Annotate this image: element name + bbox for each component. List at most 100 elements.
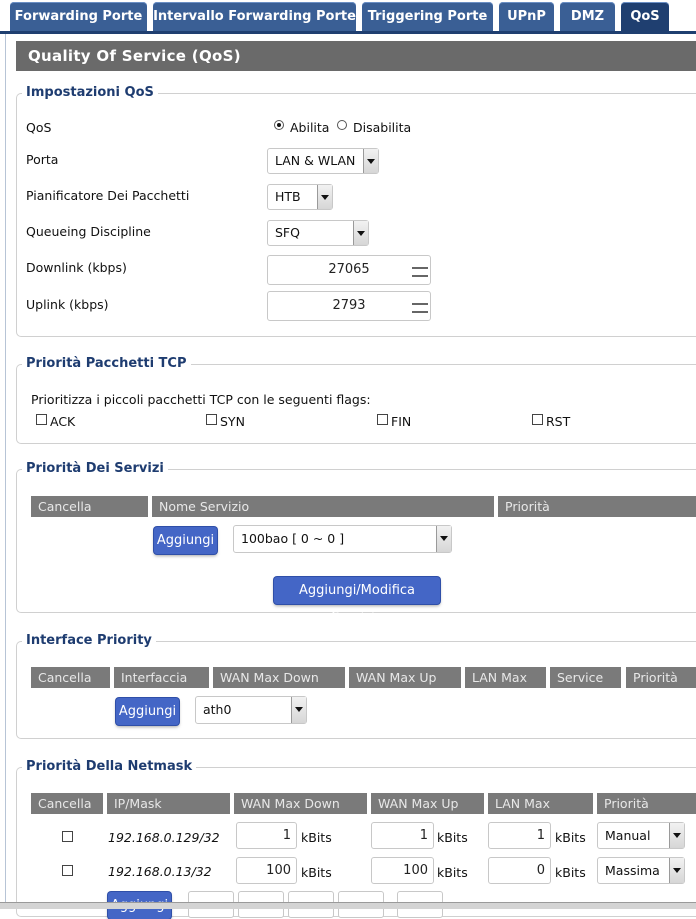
unit-label: kBits bbox=[301, 830, 332, 845]
col-cancella: Cancella bbox=[31, 496, 148, 517]
row-priority-value: Massima bbox=[605, 863, 660, 878]
chevron-down-icon bbox=[317, 185, 332, 209]
row-ip: 192.168.0.129/32 bbox=[108, 830, 220, 845]
uplink-label: Uplink (kbps) bbox=[26, 297, 109, 312]
add-interface-button[interactable]: Aggiungi bbox=[116, 698, 179, 725]
service-priority-legend: Priorità Dei Servizi bbox=[22, 461, 168, 476]
col-priorita: Priorità bbox=[626, 667, 696, 688]
qos-enable-radio[interactable] bbox=[274, 120, 284, 130]
chevron-down-icon bbox=[669, 858, 684, 883]
scheduler-label: Pianificatore Dei Pacchetti bbox=[26, 188, 190, 203]
chevron-down-icon bbox=[436, 526, 451, 552]
col-cancella: Cancella bbox=[31, 793, 103, 814]
tab-bar: Forwarding Porte Intervallo Forwarding P… bbox=[0, 0, 696, 34]
tab-triggering-porte[interactable]: Triggering Porte bbox=[362, 2, 493, 31]
chevron-down-icon bbox=[353, 221, 368, 245]
row-priority-value: Manual bbox=[605, 828, 651, 843]
downlink-label: Downlink (kbps) bbox=[26, 260, 127, 275]
uplink-input[interactable]: 2793 bbox=[267, 291, 431, 321]
col-wan-max-down: WAN Max Down bbox=[234, 793, 367, 814]
syn-label: SYN bbox=[220, 414, 245, 429]
fin-label: FIN bbox=[391, 414, 412, 429]
row-delete-checkbox[interactable] bbox=[62, 865, 73, 876]
tcp-priority-legend: Priorità Pacchetti TCP bbox=[22, 356, 191, 371]
tab-qos[interactable]: QoS bbox=[621, 2, 669, 31]
qos-disable-radio[interactable] bbox=[337, 120, 347, 130]
unit-label: kBits bbox=[555, 865, 586, 880]
edit-service-button[interactable]: Aggiungi/Modifica Servizio bbox=[274, 577, 440, 625]
col-wan-max-down: WAN Max Down bbox=[213, 667, 345, 688]
tab-label: UPnP bbox=[507, 9, 546, 24]
tab-label: Triggering Porte bbox=[367, 9, 488, 24]
syn-checkbox[interactable] bbox=[206, 414, 217, 425]
chevron-down-icon bbox=[669, 823, 684, 848]
page-title: Quality Of Service (QoS) bbox=[16, 41, 696, 71]
service-select-value: 100bao [ 0 ~ 0 ] bbox=[241, 531, 345, 546]
interface-priority-legend: Interface Priority bbox=[22, 633, 156, 648]
qdisc-label: Queueing Discipline bbox=[26, 224, 151, 239]
qos-enable-label: Abilita bbox=[290, 120, 330, 135]
interface-select[interactable]: ath0 bbox=[195, 696, 307, 724]
row-priority-select[interactable]: Massima bbox=[597, 857, 685, 884]
downlink-value: 27065 bbox=[328, 262, 370, 277]
col-lan-max: LAN Max bbox=[488, 793, 593, 814]
row-delete-checkbox[interactable] bbox=[62, 831, 73, 842]
tcp-description: Prioritizza i piccoli pacchetti TCP con … bbox=[31, 392, 371, 407]
row-wan-down-input[interactable]: 1 bbox=[236, 822, 297, 849]
scheduler-select-value: HTB bbox=[275, 189, 301, 204]
unit-label: kBits bbox=[301, 865, 332, 880]
tab-forwarding-porte[interactable]: Forwarding Porte bbox=[10, 2, 147, 31]
col-service: Service bbox=[550, 667, 621, 688]
chevron-down-icon bbox=[291, 697, 306, 723]
downlink-input[interactable]: 27065 bbox=[267, 255, 431, 285]
ack-checkbox[interactable] bbox=[36, 414, 47, 425]
qdisc-select-value: SFQ bbox=[275, 225, 300, 240]
page-border bbox=[5, 34, 6, 908]
tab-label: Intervallo Forwarding Porte bbox=[153, 9, 356, 24]
col-ip-mask: IP/Mask bbox=[107, 793, 230, 814]
row-wan-down-input[interactable]: 100 bbox=[236, 857, 297, 884]
row-priority-select[interactable]: Manual bbox=[597, 822, 685, 849]
tab-label: Forwarding Porte bbox=[14, 9, 143, 24]
spinner-icon[interactable] bbox=[412, 303, 428, 313]
rst-label: RST bbox=[546, 414, 571, 429]
tab-intervallo-forwarding-porte[interactable]: Intervallo Forwarding Porte bbox=[153, 2, 356, 31]
tab-dmz[interactable]: DMZ bbox=[560, 2, 615, 31]
row-wan-up-input[interactable]: 1 bbox=[371, 822, 434, 849]
col-wan-max-up: WAN Max Up bbox=[371, 793, 484, 814]
row-lan-max-input[interactable]: 0 bbox=[488, 857, 551, 884]
row-wan-up-input[interactable]: 100 bbox=[371, 857, 434, 884]
port-select[interactable]: LAN & WLAN bbox=[267, 148, 379, 174]
unit-label: kBits bbox=[437, 865, 468, 880]
qdisc-select[interactable]: SFQ bbox=[267, 220, 369, 246]
service-select[interactable]: 100bao [ 0 ~ 0 ] bbox=[233, 525, 452, 553]
port-select-value: LAN & WLAN bbox=[275, 153, 356, 168]
add-service-button[interactable]: Aggiungi bbox=[154, 527, 217, 554]
netmask-priority-legend: Priorità Della Netmask bbox=[22, 759, 197, 774]
fin-checkbox[interactable] bbox=[377, 414, 388, 425]
col-interfaccia: Interfaccia bbox=[114, 667, 209, 688]
col-wan-max-up: WAN Max Up bbox=[349, 667, 461, 688]
scheduler-select[interactable]: HTB bbox=[267, 184, 333, 210]
interface-select-value: ath0 bbox=[203, 702, 232, 717]
tab-label: DMZ bbox=[570, 9, 605, 24]
qos-label: QoS bbox=[26, 120, 52, 135]
col-priorita: Priorità bbox=[498, 496, 696, 517]
col-nome-servizio: Nome Servizio bbox=[152, 496, 494, 517]
col-cancella: Cancella bbox=[31, 667, 110, 688]
chevron-down-icon bbox=[363, 149, 378, 173]
uplink-value: 2793 bbox=[332, 298, 366, 313]
tab-underline bbox=[0, 31, 696, 34]
row-lan-max-input[interactable]: 1 bbox=[488, 822, 551, 849]
qos-settings-legend: Impostazioni QoS bbox=[22, 85, 158, 100]
row-ip: 192.168.0.13/32 bbox=[108, 864, 212, 879]
qos-disable-label: Disabilita bbox=[353, 120, 412, 135]
rst-checkbox[interactable] bbox=[532, 414, 543, 425]
port-label: Porta bbox=[26, 152, 59, 167]
col-lan-max: LAN Max bbox=[465, 667, 546, 688]
spinner-icon[interactable] bbox=[412, 267, 428, 277]
col-priorita: Priorità bbox=[597, 793, 696, 814]
tab-label: QoS bbox=[630, 9, 660, 24]
unit-label: kBits bbox=[555, 830, 586, 845]
tab-upnp[interactable]: UPnP bbox=[499, 2, 554, 31]
